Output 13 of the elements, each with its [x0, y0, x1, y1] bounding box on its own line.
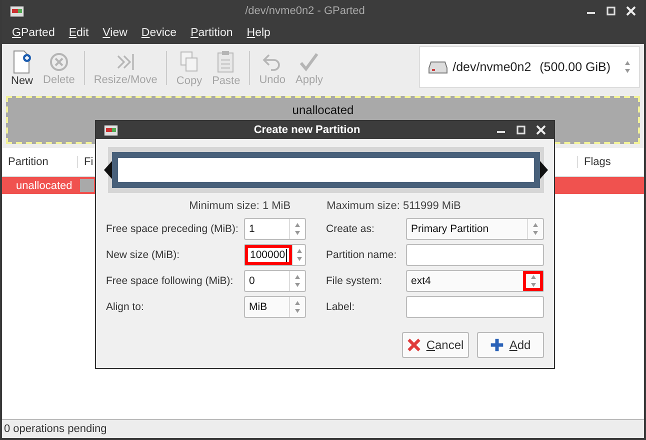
field-label: File system: [326, 275, 384, 287]
field-label: Create as: [326, 223, 376, 235]
status-text: 0 operations pending [4, 423, 107, 435]
maximum-size-text: Maximum size: 511999 MiB [326, 200, 461, 212]
field-label: Label: [326, 301, 356, 313]
field-label: Align to: [106, 301, 145, 313]
minimum-size-text: Minimum size: 1 MiB [189, 200, 291, 212]
field-label: Free space following (MiB): [106, 275, 234, 287]
field-label: Partition name: [326, 249, 398, 261]
window-title: /dev/nvme0n2 - GParted [244, 5, 366, 17]
field-label: Free space preceding (MiB): [106, 223, 240, 235]
dialog-title: Create new Partition [252, 124, 362, 136]
field-label: New size (MiB): [106, 249, 181, 261]
